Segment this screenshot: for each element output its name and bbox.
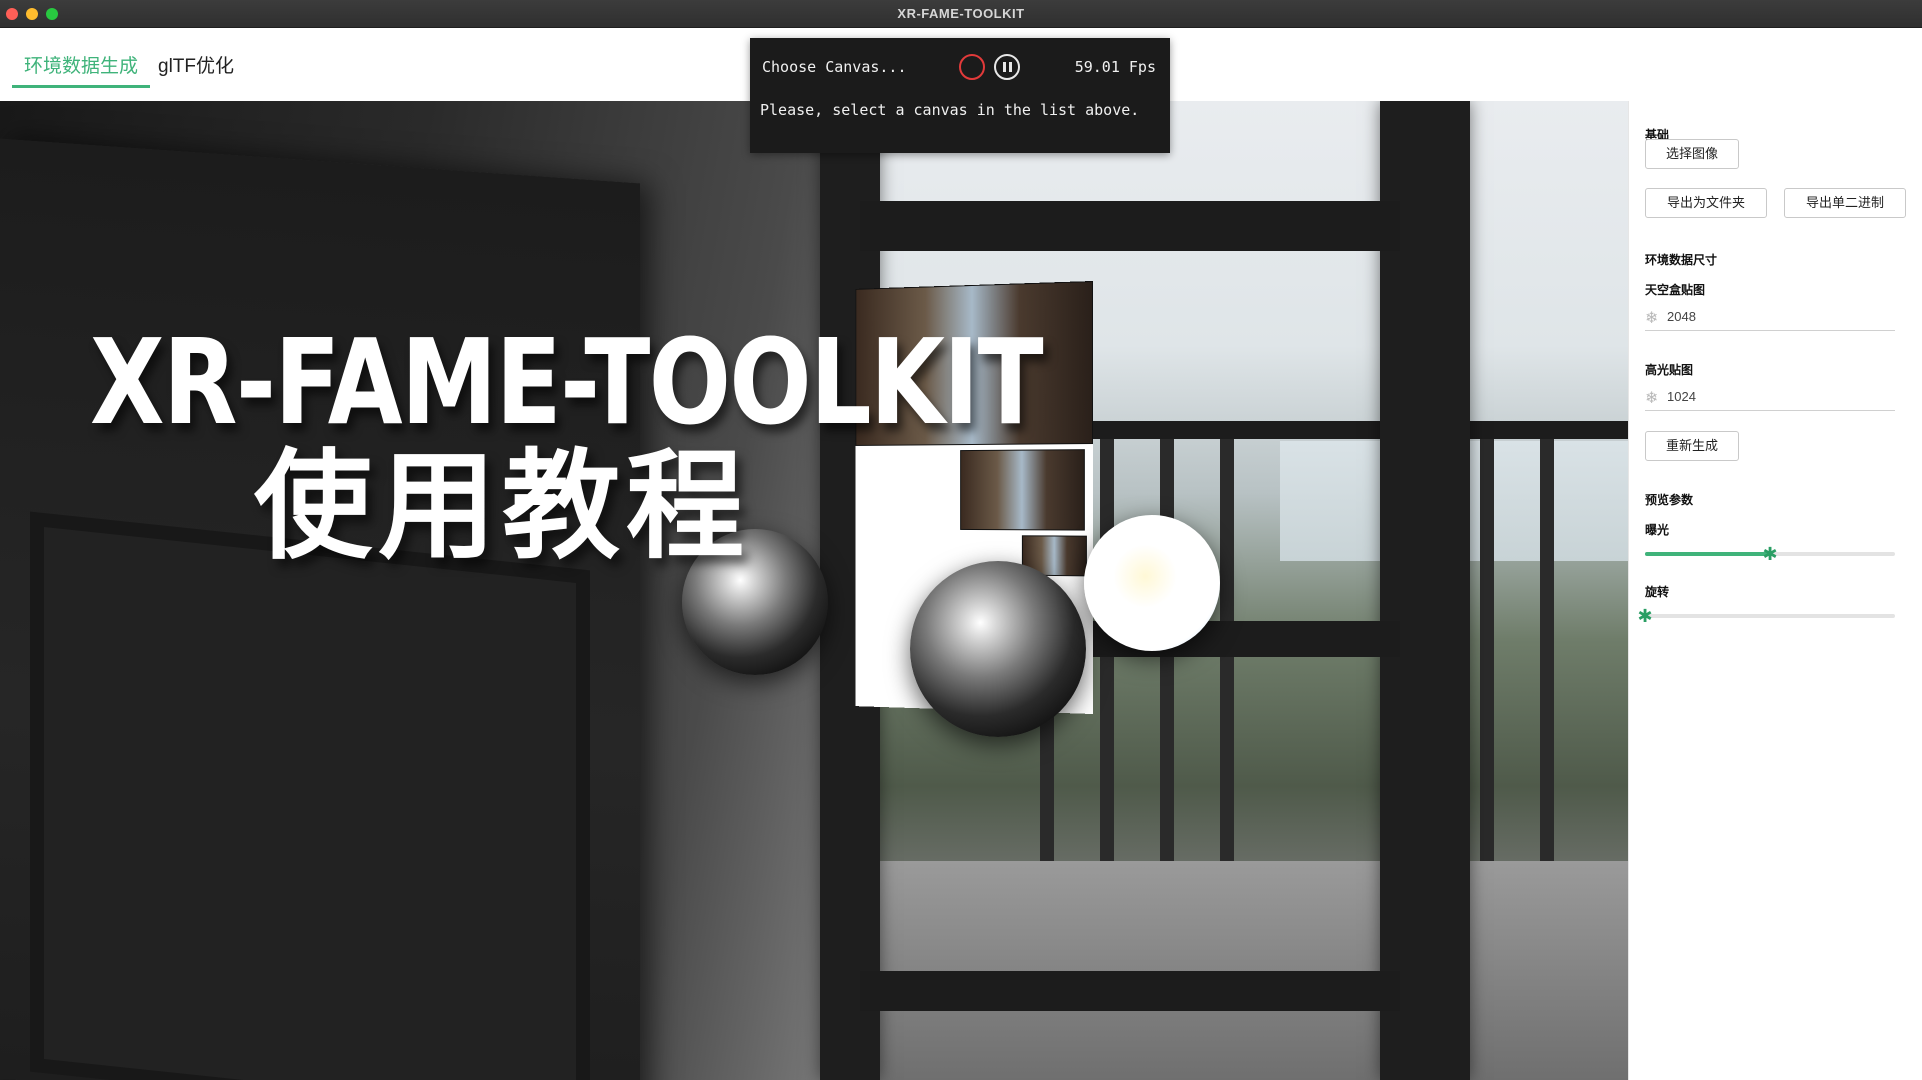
exposure-slider-fill: [1645, 552, 1770, 556]
export-binary-button[interactable]: 导出单二进制: [1784, 188, 1906, 218]
scene-door-crossbar: [860, 201, 1400, 251]
scene-door-crossbar: [860, 971, 1400, 1011]
tutorial-title: XR-FAME-TOOLKIT 使用教程: [90, 313, 1044, 575]
record-icon[interactable]: [959, 54, 985, 80]
tutorial-title-line2: 使用教程: [254, 436, 751, 575]
exposure-label: 曝光: [1645, 523, 1670, 537]
exposure-slider[interactable]: ✱: [1645, 545, 1895, 563]
rotation-label: 旋转: [1645, 585, 1670, 599]
skybox-size-value: 2048: [1667, 309, 1696, 324]
canvas-inspector-panel: Choose Canvas... 59.01 Fps Please, selec…: [750, 38, 1170, 153]
tutorial-title-line1: XR-FAME-TOOLKIT: [90, 313, 1044, 451]
snowflake-icon: ❄: [1645, 310, 1659, 327]
pause-icon[interactable]: [994, 54, 1020, 80]
fps-readout: 59.01 Fps: [1074, 58, 1156, 76]
window-titlebar: XR-FAME-TOOLKIT: [0, 0, 1922, 28]
specular-size-input[interactable]: ❄ 1024: [1645, 383, 1895, 411]
choose-image-button[interactable]: 选择图像: [1645, 139, 1739, 169]
specular-size-value: 1024: [1667, 389, 1696, 404]
canvas-select[interactable]: Choose Canvas...: [762, 58, 907, 76]
preview-section-label: 预览参数: [1645, 493, 1694, 507]
canvas-message: Please, select a canvas in the list abov…: [760, 101, 1140, 119]
export-folder-button[interactable]: 导出为文件夹: [1645, 188, 1767, 218]
scene-door-inset: [30, 511, 590, 1080]
settings-panel: 基础 选择图像 导出为文件夹 导出单二进制 环境数据尺寸 天空盒贴图 ❄ 204…: [1628, 101, 1922, 1080]
window-title: XR-FAME-TOOLKIT: [897, 6, 1025, 21]
rotation-slider[interactable]: ✱: [1637, 607, 1895, 625]
snowflake-icon: ❄: [1645, 390, 1659, 407]
diffuse-sphere: [1084, 515, 1220, 651]
slider-thumb-icon[interactable]: ✱: [1761, 545, 1779, 563]
scene-viewport[interactable]: XR-FAME-TOOLKIT 使用教程: [0, 101, 1628, 1080]
chrome-sphere: [910, 561, 1086, 737]
skybox-size-input[interactable]: ❄ 2048: [1645, 303, 1895, 331]
slider-thumb-icon[interactable]: ✱: [1636, 607, 1654, 625]
env-map-level: [960, 449, 1085, 531]
specular-label: 高光贴图: [1645, 363, 1694, 377]
skybox-label: 天空盒贴图: [1645, 283, 1706, 297]
env-size-label: 环境数据尺寸: [1645, 253, 1718, 267]
tab-env-data[interactable]: 环境数据生成: [12, 52, 151, 88]
regenerate-button[interactable]: 重新生成: [1645, 431, 1739, 461]
tab-gltf-optimize[interactable]: glTF优化: [146, 52, 246, 88]
